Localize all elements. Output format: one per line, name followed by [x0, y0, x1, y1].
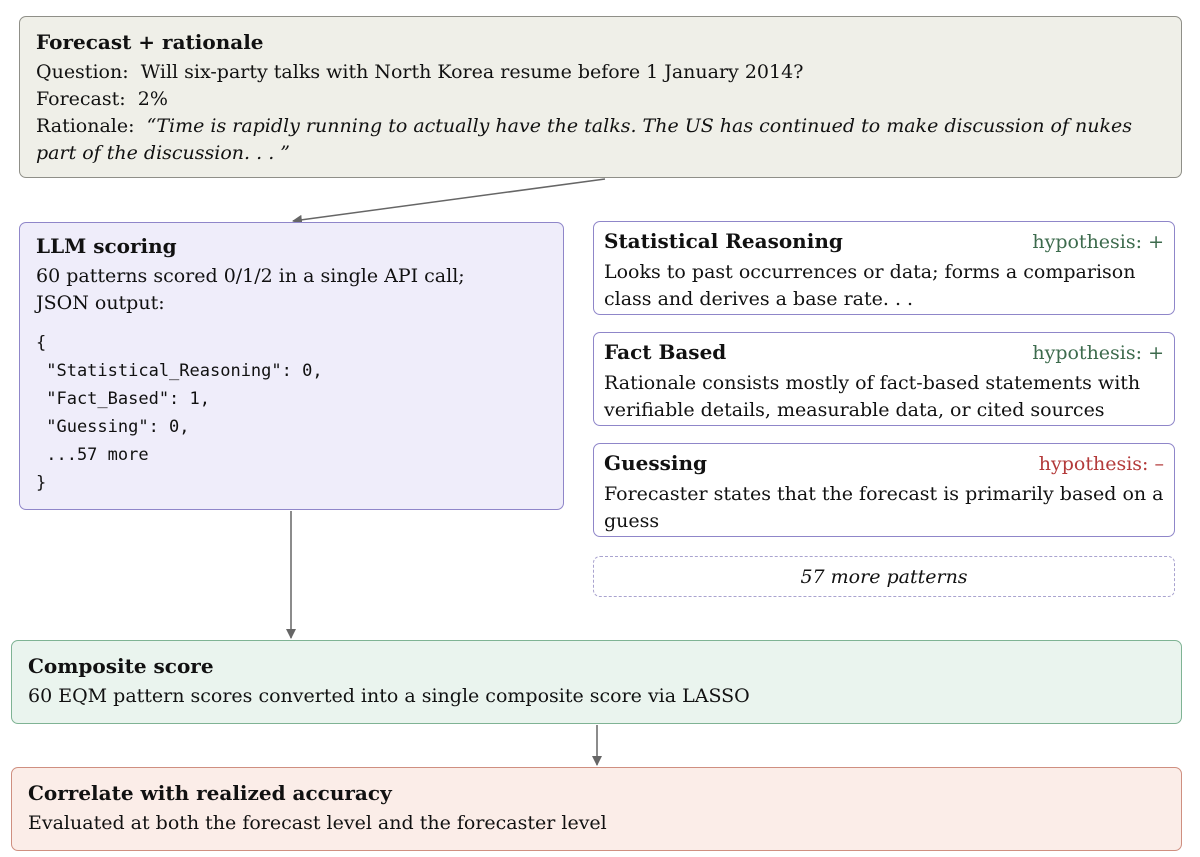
- forecast-rationale-box: Forecast + rationale Question: Will six-…: [19, 16, 1182, 178]
- rationale-line: Rationale: “Time is rapidly running to a…: [36, 113, 1165, 167]
- code-line: "Guessing": 0,: [36, 417, 190, 437]
- hypothesis-badge: hypothesis: –: [1038, 453, 1164, 475]
- code-line: "Fact_Based": 1,: [36, 389, 210, 409]
- llm-scoring-box: LLM scoring 60 patterns scored 0/1/2 in …: [19, 222, 564, 510]
- pattern-description: Forecaster states that the forecast is p…: [604, 483, 1164, 532]
- correlate-description: Evaluated at both the forecast level and…: [28, 812, 607, 834]
- forecast-label: Forecast:: [36, 88, 126, 110]
- code-line: {: [36, 333, 47, 353]
- composite-title: Composite score: [28, 654, 214, 678]
- rationale-label: Rationale:: [36, 115, 135, 137]
- pattern-title: Fact Based: [604, 340, 727, 364]
- code-line: }: [36, 473, 47, 493]
- pattern-card-guessing: Guessing hypothesis: – Forecaster states…: [593, 443, 1175, 537]
- pattern-description: Looks to past occurrences or data; forms…: [604, 261, 1136, 310]
- question-label: Question:: [36, 61, 129, 83]
- llm-description: 60 patterns scored 0/1/2 in a single API…: [36, 265, 465, 314]
- question-line: Question: Will six-party talks with Nort…: [36, 59, 1165, 86]
- hypothesis-badge: hypothesis: +: [1032, 342, 1164, 364]
- composite-description: 60 EQM pattern scores converted into a s…: [28, 685, 750, 707]
- rationale-text: “Time is rapidly running to actually hav…: [36, 115, 1133, 164]
- llm-title: LLM scoring: [36, 234, 177, 258]
- more-patterns-placeholder: 57 more patterns: [593, 556, 1175, 597]
- hypothesis-badge: hypothesis: +: [1032, 231, 1164, 253]
- code-line: ...57 more: [36, 445, 149, 465]
- code-line: "Statistical_Reasoning": 0,: [36, 361, 323, 381]
- question-text: Will six-party talks with North Korea re…: [140, 61, 804, 83]
- correlate-accuracy-box: Correlate with realized accuracy Evaluat…: [11, 767, 1182, 851]
- pattern-title: Guessing: [604, 451, 707, 475]
- correlate-title: Correlate with realized accuracy: [28, 781, 392, 805]
- forecast-value: 2%: [137, 88, 168, 110]
- forecast-line: Forecast: 2%: [36, 86, 1165, 113]
- pattern-description: Rationale consists mostly of fact-based …: [604, 372, 1141, 421]
- json-code-block: { "Statistical_Reasoning": 0, "Fact_Base…: [36, 329, 547, 497]
- pattern-card-statistical-reasoning: Statistical Reasoning hypothesis: + Look…: [593, 221, 1175, 315]
- arrow-forecast-to-llm: [292, 178, 606, 225]
- composite-score-box: Composite score 60 EQM pattern scores co…: [11, 640, 1182, 724]
- forecast-title: Forecast + rationale: [36, 30, 264, 54]
- pattern-title: Statistical Reasoning: [604, 229, 843, 253]
- pattern-card-fact-based: Fact Based hypothesis: + Rationale consi…: [593, 332, 1175, 426]
